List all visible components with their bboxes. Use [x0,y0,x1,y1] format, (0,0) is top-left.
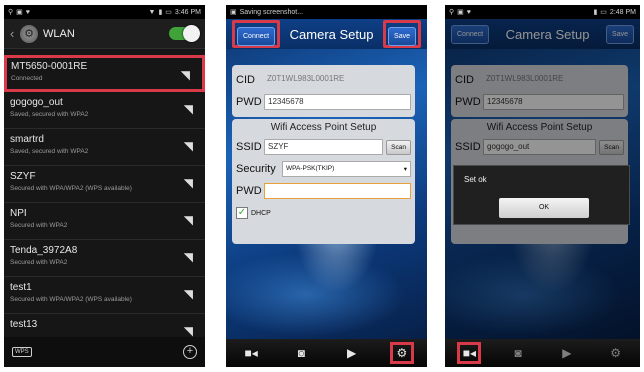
bottom-toolbar: ■◂ ◙ ▶ ⚙ [445,339,640,367]
network-ssid: MT5650-0001RE [11,61,88,72]
set-ok-dialog: Set ok OK [453,165,630,225]
settings-app-icon: ⚙ [20,24,38,43]
wifi-ap-panel: Wifi Access Point Setup SSID SZYF Scan S… [232,119,415,244]
network-ssid: smartrd [10,134,44,145]
gear-icon[interactable]: ⚙ [389,342,414,364]
network-status: Saved, secured with WPA2 [10,111,89,118]
wifi-network-item[interactable]: SZYF Secured with WPA/WPA2 (WPS availabl… [4,166,205,203]
wlan-bottom-bar: WPS + [4,337,205,367]
wifi-icon: ◥ [183,250,193,264]
wifi-icon: ◥ [180,68,190,82]
toggle-knob [183,25,200,42]
pwd-label: PWD [236,96,262,108]
camera-setup-screen: ▣ Saving screenshot... Connect Camera Se… [226,5,427,367]
heart-icon: ♥ [466,8,471,16]
wifi-network-item[interactable]: gogogo_out Saved, secured with WPA2 ◥ [4,92,205,129]
wifi-icon: ◥ [183,213,193,227]
search-icon: ⚲ [449,9,455,16]
status-bar: ⚲ ▣ ♥ ▼ ▮ ▭ 3:46 PM [4,5,205,19]
ok-button[interactable]: OK [499,198,589,218]
network-ssid: test13 [10,319,38,330]
network-ssid: gogogo_out [10,97,63,108]
status-time: 2:48 PM [609,8,636,16]
image-icon: ▣ [16,9,23,16]
security-label: Security [236,163,276,175]
wifi-icon: ◥ [183,139,193,153]
wifi-status-icon: ▼ [148,8,156,16]
heart-icon: ♥ [25,8,30,16]
wlan-toggle[interactable] [169,25,200,42]
page-title: Camera Setup [289,26,374,42]
back-arrow-icon[interactable]: ‹ [10,26,20,41]
network-status: Saved, secured with WPA2 [10,148,89,155]
chevron-down-icon: ▾ [403,166,407,173]
play-icon[interactable]: ▶ [555,346,579,360]
wifi-network-item[interactable]: Tenda_3972A8 Secured with WPA2 ◥ [4,240,205,277]
connect-highlight: Connect [232,20,281,48]
wifi-network-item[interactable]: smartrd Saved, secured with WPA2 ◥ [4,129,205,166]
battery-icon: ▭ [600,9,607,16]
security-value: WPA-PSK(TKIP) [286,165,335,172]
camera-setup-dialog-screen: ⚲ ▣ ♥ ▮ ▭ 2:48 PM Connect Camera Setup S… [445,5,640,367]
network-ssid: Tenda_3972A8 [10,245,78,256]
video-camera-icon[interactable]: ■◂ [457,342,482,364]
dhcp-label: DHCP [251,209,271,217]
wifi-list: MT5650-0001RE Connected ◥ gogogo_out Sav… [4,55,205,351]
save-button[interactable]: Save [388,27,416,46]
wifi-pwd-label: PWD [236,185,262,197]
cid-field: Z0T1WL983L0001RE [267,74,345,83]
wifi-network-item[interactable]: test1 Secured with WPA/WPA2 (WPS availab… [4,277,205,314]
video-camera-icon[interactable]: ■◂ [239,346,263,360]
bottom-toolbar: ■◂ ◙ ▶ ⚙ [226,339,427,367]
dialog-message: Set ok [464,175,487,184]
gear-icon[interactable]: ⚙ [604,346,628,360]
wifi-password-field[interactable] [264,183,411,199]
camera-icon[interactable]: ◙ [289,346,313,360]
status-time: 3:46 PM [174,8,201,16]
connect-button[interactable]: Connect [237,27,276,46]
plus-icon[interactable]: + [183,345,197,359]
wifi-network-item[interactable]: MT5650-0001RE Connected ◥ [4,55,205,92]
search-icon: ⚲ [8,9,14,16]
wps-button[interactable]: WPS [12,347,32,357]
image-icon: ▣ [457,9,464,16]
wifi-icon: ◥ [183,176,193,190]
security-select[interactable]: WPA-PSK(TKIP) ▾ [282,161,411,177]
page-title: WLAN [43,27,75,40]
camera-setup-header: Connect Camera Setup Save [226,19,427,49]
camera-credentials-panel: CID Z0T1WL983L0001RE PWD 12345678 [232,65,415,117]
signal-icon: ▮ [593,9,598,16]
network-status: Connected [11,75,43,82]
scan-button[interactable]: Scan [386,139,411,155]
wifi-network-item[interactable]: NPI Secured with WPA2 ◥ [4,203,205,240]
wifi-panel-title: Wifi Access Point Setup [270,122,377,133]
dhcp-option[interactable]: ✓ DHCP [236,207,411,219]
status-text: Saving screenshot... [239,8,304,16]
network-ssid: test1 [10,282,32,293]
wifi-icon: ◥ [183,287,193,301]
wlan-header: ‹ ⚙ WLAN [4,19,205,49]
dhcp-checkbox[interactable]: ✓ [236,207,248,219]
network-status: Secured with WPA/WPA2 (WPS available) [10,185,132,192]
signal-icon: ▮ [158,9,163,16]
network-ssid: SZYF [10,171,36,182]
wifi-icon: ◥ [183,324,193,338]
camera-icon[interactable]: ◙ [506,346,530,360]
status-bar: ⚲ ▣ ♥ ▮ ▭ 2:48 PM [445,5,640,19]
wlan-screen: ⚲ ▣ ♥ ▼ ▮ ▭ 3:46 PM ‹ ⚙ WLAN MT5650-0001… [4,5,205,367]
image-icon: ▣ [230,9,237,16]
camera-password-field[interactable]: 12345678 [264,94,411,110]
network-status: Secured with WPA/WPA2 (WPS available) [10,296,132,303]
network-ssid: NPI [10,208,27,219]
ssid-label: SSID [236,141,262,153]
cid-label: CID [236,74,255,86]
network-status: Secured with WPA2 [10,222,68,229]
ssid-field[interactable]: SZYF [264,139,384,155]
wifi-icon: ◥ [183,102,193,116]
battery-icon: ▭ [165,9,172,16]
save-highlight: Save [383,20,421,48]
status-bar: ▣ Saving screenshot... [226,5,427,19]
play-icon[interactable]: ▶ [340,346,364,360]
network-status: Secured with WPA2 [10,259,68,266]
